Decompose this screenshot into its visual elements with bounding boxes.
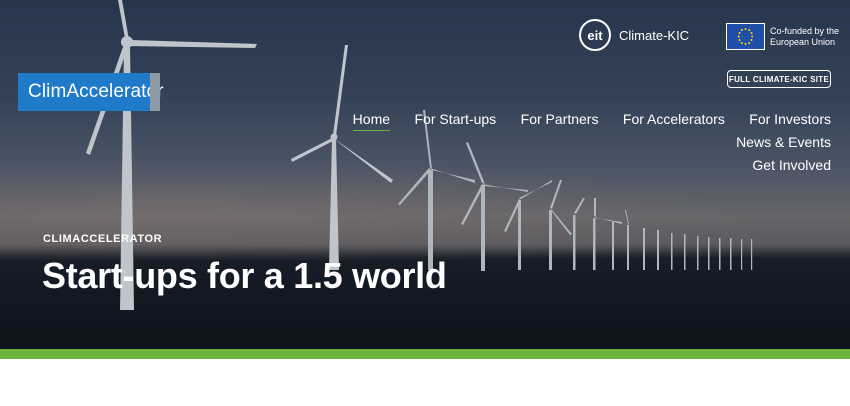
hero-eyebrow: CLIMACCELERATOR bbox=[43, 233, 163, 245]
brand-edge bbox=[150, 73, 160, 111]
nav-item-for-investors[interactable]: For Investors bbox=[749, 108, 831, 130]
nav-item-for-partners[interactable]: For Partners bbox=[521, 108, 599, 130]
hero-title: Start-ups for a 1.5 world bbox=[42, 255, 447, 296]
accent-bar bbox=[0, 349, 850, 359]
eu-cofunded-text: Co-funded by the European Union bbox=[770, 26, 839, 48]
main-nav: Home For Start-ups For Partners For Acce… bbox=[271, 108, 831, 176]
nav-item-for-start-ups[interactable]: For Start-ups bbox=[414, 108, 496, 130]
nav-row-1: Home For Start-ups For Partners For Acce… bbox=[271, 108, 831, 153]
full-climate-kic-site-button[interactable]: FULL CLIMATE-KIC SITE bbox=[727, 70, 831, 88]
brand-logo-link[interactable]: ClimAccelerator bbox=[18, 73, 163, 111]
eu-line-1: Co-funded by the bbox=[770, 25, 840, 36]
eit-climate-kic-logo[interactable]: eit Climate-KIC bbox=[579, 19, 689, 51]
eu-line-2: European Union bbox=[770, 36, 836, 47]
brand-name: ClimAccelerator bbox=[28, 81, 164, 102]
nav-item-news-events[interactable]: News & Events bbox=[736, 131, 831, 153]
nav-item-for-accelerators[interactable]: For Accelerators bbox=[623, 108, 725, 130]
eu-cofunded-logo: Co-funded by the European Union bbox=[726, 23, 839, 50]
eit-logo-icon: eit bbox=[579, 19, 611, 51]
eu-flag-icon bbox=[726, 23, 765, 50]
nav-row-2: Get Involved bbox=[271, 154, 831, 176]
eit-logo-text: Climate-KIC bbox=[619, 27, 690, 43]
nav-item-home[interactable]: Home bbox=[352, 108, 391, 131]
nav-item-get-involved[interactable]: Get Involved bbox=[752, 154, 831, 176]
